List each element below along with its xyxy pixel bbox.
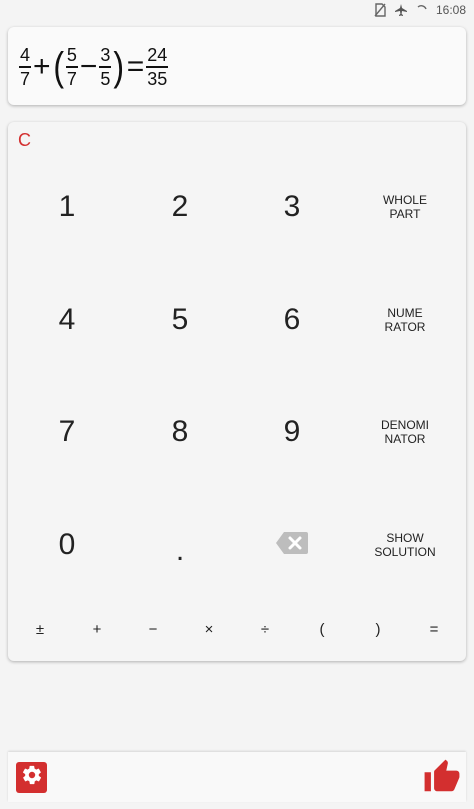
fraction-numerator: 5 bbox=[66, 45, 77, 65]
operator-row: ± + − × ÷ ( ) = bbox=[8, 613, 466, 645]
clear-button[interactable]: C bbox=[18, 130, 31, 151]
like-button[interactable] bbox=[423, 758, 461, 796]
plus-sign: + bbox=[33, 50, 51, 83]
fraction-4-7: 4 7 bbox=[19, 45, 32, 89]
expression-display: 4 7 + ( 5 7 − 3 5 ) = 24 35 bbox=[8, 27, 466, 105]
status-time: 16:08 bbox=[435, 3, 466, 17]
denominator-label: DENOMI NATOR bbox=[381, 418, 429, 446]
close-paren: ) bbox=[113, 45, 125, 89]
add-button[interactable]: + bbox=[77, 613, 117, 645]
open-paren-button[interactable]: ( bbox=[302, 613, 342, 645]
digit-6-button[interactable]: 6 bbox=[236, 264, 348, 376]
digit-3-button[interactable]: 3 bbox=[236, 151, 348, 263]
numerator-button[interactable]: NUME RATOR bbox=[349, 264, 461, 376]
keypad: C 1 2 3 WHOLE PART 4 5 6 NUME RATOR 7 8 … bbox=[8, 122, 466, 661]
multiply-button[interactable]: × bbox=[189, 613, 229, 645]
loading-icon bbox=[416, 3, 428, 17]
subtract-button[interactable]: − bbox=[133, 613, 173, 645]
digit-8-button[interactable]: 8 bbox=[124, 376, 236, 488]
settings-button[interactable] bbox=[16, 762, 47, 793]
digit-5-button[interactable]: 5 bbox=[124, 264, 236, 376]
no-sim-icon bbox=[374, 3, 386, 17]
equals-button[interactable]: = bbox=[414, 613, 454, 645]
thumbs-up-icon bbox=[423, 759, 461, 800]
digit-9-button[interactable]: 9 bbox=[236, 376, 348, 488]
airplane-mode-icon bbox=[394, 3, 408, 17]
backspace-icon bbox=[275, 531, 309, 560]
fraction-denominator: 7 bbox=[66, 69, 77, 89]
divide-button[interactable]: ÷ bbox=[245, 613, 285, 645]
whole-part-label: WHOLE PART bbox=[382, 193, 427, 221]
gear-icon bbox=[21, 764, 43, 791]
show-solution-button[interactable]: SHOW SOLUTION bbox=[349, 489, 461, 601]
fraction-5-7: 5 7 bbox=[65, 45, 78, 89]
fraction-bar bbox=[65, 66, 78, 68]
result-fraction: 24 35 bbox=[146, 45, 169, 89]
fraction-denominator: 35 bbox=[147, 69, 168, 89]
fraction-numerator: 3 bbox=[100, 45, 111, 65]
minus-sign: − bbox=[79, 50, 98, 83]
expression: 4 7 + ( 5 7 − 3 5 ) = 24 35 bbox=[18, 44, 169, 90]
fraction-numerator: 24 bbox=[147, 45, 168, 65]
fraction-3-5: 3 5 bbox=[99, 45, 112, 89]
fraction-denominator: 5 bbox=[100, 69, 111, 89]
status-bar: 16:08 bbox=[0, 0, 474, 20]
whole-part-button[interactable]: WHOLE PART bbox=[349, 151, 461, 263]
decimal-point-button[interactable]: . bbox=[124, 489, 236, 601]
bottom-bar bbox=[8, 752, 466, 802]
close-paren-button[interactable]: ) bbox=[358, 613, 398, 645]
numerator-label: NUME RATOR bbox=[384, 306, 426, 334]
status-icons: 16:08 bbox=[374, 2, 466, 18]
digit-1-button[interactable]: 1 bbox=[11, 151, 123, 263]
digit-0-button[interactable]: 0 bbox=[11, 489, 123, 601]
show-solution-label: SHOW SOLUTION bbox=[374, 531, 436, 559]
digit-2-button[interactable]: 2 bbox=[124, 151, 236, 263]
digit-4-button[interactable]: 4 bbox=[11, 264, 123, 376]
equals-sign: = bbox=[126, 50, 145, 83]
fraction-bar bbox=[99, 66, 112, 68]
fraction-numerator: 4 bbox=[20, 45, 31, 65]
denominator-button[interactable]: DENOMI NATOR bbox=[349, 376, 461, 488]
open-paren: ( bbox=[52, 45, 64, 89]
fraction-bar bbox=[19, 66, 32, 68]
fraction-bar bbox=[146, 66, 169, 68]
plus-minus-button[interactable]: ± bbox=[20, 613, 60, 645]
fraction-denominator: 7 bbox=[20, 69, 31, 89]
digit-7-button[interactable]: 7 bbox=[11, 376, 123, 488]
backspace-button[interactable] bbox=[236, 489, 348, 601]
